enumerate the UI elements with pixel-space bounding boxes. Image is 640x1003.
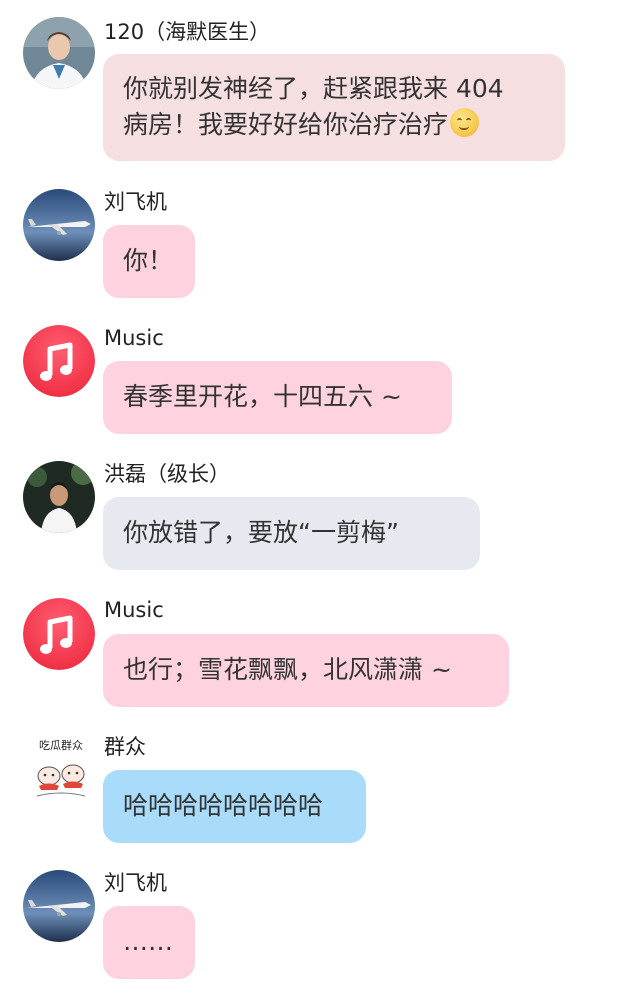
music-app-icon[interactable] bbox=[23, 325, 95, 397]
sender-name: 120（海默医生） bbox=[104, 20, 271, 44]
message-text-line: 哈哈哈哈哈哈哈哈 bbox=[123, 791, 324, 820]
message-bubble[interactable]: 你！ bbox=[103, 225, 195, 298]
smirk-emoji-icon bbox=[450, 108, 480, 137]
sender-name: 洪磊（级长） bbox=[104, 462, 230, 486]
avatar-doctor[interactable] bbox=[23, 17, 95, 89]
message-bubble[interactable]: …… bbox=[103, 906, 195, 979]
sender-name: 群众 bbox=[104, 735, 146, 759]
avatar-person[interactable] bbox=[23, 461, 95, 533]
message-bubble[interactable]: 春季里开花，十四五六 ~ bbox=[103, 361, 452, 434]
sender-name: Music bbox=[104, 326, 164, 350]
sender-name: Music bbox=[104, 598, 164, 622]
chat-message-list: 120（海默医生） 你就别发神经了，赶紧跟我来 404 病房！我要好好给你治疗治… bbox=[0, 0, 640, 1003]
message-bubble[interactable]: 也行；雪花飘飘，北风潇潇 ~ bbox=[103, 634, 509, 707]
sender-name: 刘飞机 bbox=[104, 871, 167, 895]
message-bubble[interactable]: 你放错了，要放“一剪梅” bbox=[103, 497, 480, 570]
message-bubble[interactable]: 哈哈哈哈哈哈哈哈 bbox=[103, 770, 366, 843]
avatar-airplane[interactable] bbox=[23, 189, 95, 261]
message-text-line: 你放错了，要放“一剪梅” bbox=[123, 518, 399, 547]
avatar-melon-eaters[interactable]: 吃瓜群众 bbox=[23, 734, 99, 806]
avatar-airplane[interactable] bbox=[23, 870, 95, 942]
message-text-line: 你！ bbox=[123, 246, 174, 275]
message-text-line: …… bbox=[123, 927, 173, 956]
message-text-line: 你就别发神经了，赶紧跟我来 404 bbox=[123, 74, 504, 103]
sender-name: 刘飞机 bbox=[104, 190, 167, 214]
music-app-icon[interactable] bbox=[23, 598, 95, 670]
avatar-caption: 吃瓜群众 bbox=[39, 739, 83, 752]
message-bubble[interactable]: 你就别发神经了，赶紧跟我来 404 病房！我要好好给你治疗治疗 bbox=[103, 54, 565, 161]
message-text-line: 春季里开花，十四五六 ~ bbox=[123, 382, 402, 411]
message-text-line: 病房！我要好好给你治疗治疗 bbox=[123, 110, 449, 139]
message-text-line: 也行；雪花飘飘，北风潇潇 ~ bbox=[123, 655, 452, 684]
